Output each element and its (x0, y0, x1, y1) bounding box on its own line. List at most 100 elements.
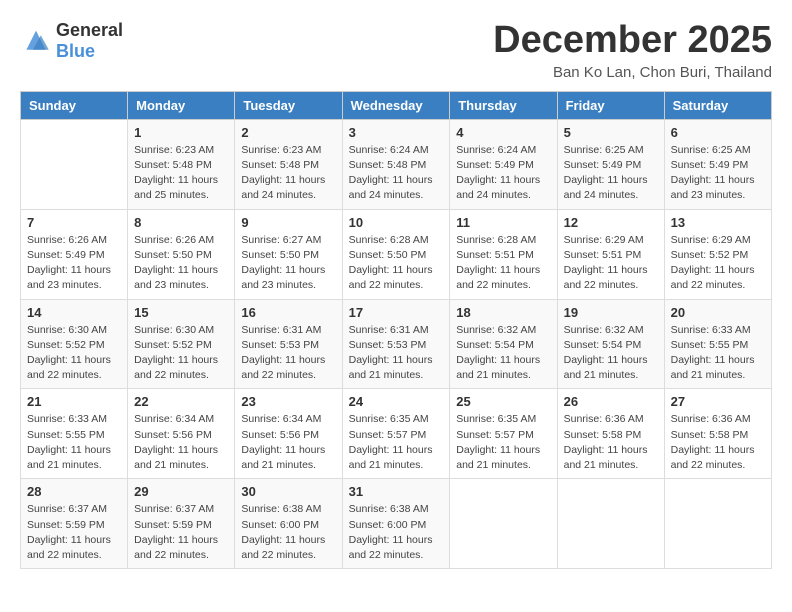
day-number: 8 (134, 215, 228, 230)
calendar-cell: 13Sunrise: 6:29 AMSunset: 5:52 PMDayligh… (664, 209, 771, 299)
cell-content: Sunrise: 6:25 AMSunset: 5:49 PMDaylight:… (564, 143, 658, 204)
cell-content: Sunrise: 6:24 AMSunset: 5:49 PMDaylight:… (456, 143, 550, 204)
cell-content: Sunrise: 6:33 AMSunset: 5:55 PMDaylight:… (27, 412, 121, 473)
calendar-cell: 2 Sunrise: 6:23 AMSunset: 5:48 PMDaylight… (235, 119, 342, 209)
logo-general: General (56, 20, 123, 40)
calendar-cell: 28 Sunrise: 6:37 AMSunset: 5:59 PMDayligh… (21, 479, 128, 569)
calendar-cell: 26 Sunrise: 6:36 AMSunset: 5:58 PMDayligh… (557, 389, 664, 479)
calendar-cell: 8Sunrise: 6:26 AMSunset: 5:50 PMDaylight… (128, 209, 235, 299)
calendar-cell (557, 479, 664, 569)
cell-content: Sunrise: 6:31 AMSunset: 5:53 PMDaylight:… (349, 323, 444, 384)
cell-content: Sunrise: 6:29 AMSunset: 5:52 PMDaylight:… (671, 233, 765, 294)
cell-content: Sunrise: 6:36 AMSunset: 5:58 PMDaylight:… (564, 412, 658, 473)
cell-content: Sunrise: 6:26 AMSunset: 5:49 PMDaylight:… (27, 233, 121, 294)
cell-content: Sunrise: 6:32 AMSunset: 5:54 PMDaylight:… (456, 323, 550, 384)
calendar-cell: 7Sunrise: 6:26 AMSunset: 5:49 PMDaylight… (21, 209, 128, 299)
cell-content: Sunrise: 6:35 AMSunset: 5:57 PMDaylight:… (456, 412, 550, 473)
cell-content: Sunrise: 6:30 AMSunset: 5:52 PMDaylight:… (27, 323, 121, 384)
day-number: 1 (134, 125, 228, 140)
weekday-header: Thursday (450, 91, 557, 119)
cell-content: Sunrise: 6:37 AMSunset: 5:59 PMDaylight:… (27, 502, 121, 563)
day-number: 31 (349, 484, 444, 499)
day-number: 14 (27, 305, 121, 320)
calendar-week-row: 28 Sunrise: 6:37 AMSunset: 5:59 PMDayligh… (21, 479, 772, 569)
weekday-header: Wednesday (342, 91, 450, 119)
cell-content: Sunrise: 6:37 AMSunset: 5:59 PMDaylight:… (134, 502, 228, 563)
day-number: 30 (241, 484, 335, 499)
calendar-week-row: 14 Sunrise: 6:30 AMSunset: 5:52 PMDayligh… (21, 299, 772, 389)
cell-content: Sunrise: 6:33 AMSunset: 5:55 PMDaylight:… (671, 323, 765, 384)
day-number: 28 (27, 484, 121, 499)
calendar-cell (664, 479, 771, 569)
day-number: 2 (241, 125, 335, 140)
calendar-cell: 19Sunrise: 6:32 AMSunset: 5:54 PMDayligh… (557, 299, 664, 389)
calendar-cell (21, 119, 128, 209)
calendar-cell: 25Sunrise: 6:35 AMSunset: 5:57 PMDayligh… (450, 389, 557, 479)
day-number: 22 (134, 394, 228, 409)
weekday-header: Friday (557, 91, 664, 119)
cell-content: Sunrise: 6:28 AMSunset: 5:51 PMDaylight:… (456, 233, 550, 294)
day-number: 20 (671, 305, 765, 320)
cell-content: Sunrise: 6:35 AMSunset: 5:57 PMDaylight:… (349, 412, 444, 473)
weekday-header: Monday (128, 91, 235, 119)
calendar-cell: 18 Sunrise: 6:32 AMSunset: 5:54 PMDayligh… (450, 299, 557, 389)
month-title: December 2025 (493, 20, 772, 62)
cell-content: Sunrise: 6:38 AMSunset: 6:00 PMDaylight:… (349, 502, 444, 563)
calendar-week-row: 1 Sunrise: 6:23 AMSunset: 5:48 PMDaylight… (21, 119, 772, 209)
calendar-table: SundayMondayTuesdayWednesdayThursdayFrid… (20, 91, 772, 569)
calendar-cell: 21 Sunrise: 6:33 AMSunset: 5:55 PMDayligh… (21, 389, 128, 479)
cell-content: Sunrise: 6:24 AMSunset: 5:48 PMDaylight:… (349, 143, 444, 204)
calendar-cell: 6Sunrise: 6:25 AMSunset: 5:49 PMDaylight… (664, 119, 771, 209)
calendar-week-row: 7Sunrise: 6:26 AMSunset: 5:49 PMDaylight… (21, 209, 772, 299)
cell-content: Sunrise: 6:38 AMSunset: 6:00 PMDaylight:… (241, 502, 335, 563)
calendar-cell: 24 Sunrise: 6:35 AMSunset: 5:57 PMDayligh… (342, 389, 450, 479)
weekday-header: Tuesday (235, 91, 342, 119)
cell-content: Sunrise: 6:36 AMSunset: 5:58 PMDaylight:… (671, 412, 765, 473)
calendar-week-row: 21 Sunrise: 6:33 AMSunset: 5:55 PMDayligh… (21, 389, 772, 479)
logo-text: General Blue (56, 20, 123, 62)
day-number: 24 (349, 394, 444, 409)
calendar-cell: 27 Sunrise: 6:36 AMSunset: 5:58 PMDayligh… (664, 389, 771, 479)
cell-content: Sunrise: 6:31 AMSunset: 5:53 PMDaylight:… (241, 323, 335, 384)
day-number: 26 (564, 394, 658, 409)
subtitle: Ban Ko Lan, Chon Buri, Thailand (493, 64, 772, 81)
day-number: 17 (349, 305, 444, 320)
calendar-cell: 3 Sunrise: 6:24 AMSunset: 5:48 PMDaylight… (342, 119, 450, 209)
calendar-cell: 20 Sunrise: 6:33 AMSunset: 5:55 PMDayligh… (664, 299, 771, 389)
day-number: 3 (349, 125, 444, 140)
weekday-header: Sunday (21, 91, 128, 119)
calendar-cell: 14 Sunrise: 6:30 AMSunset: 5:52 PMDayligh… (21, 299, 128, 389)
day-number: 16 (241, 305, 335, 320)
calendar-cell: 9Sunrise: 6:27 AMSunset: 5:50 PMDaylight… (235, 209, 342, 299)
logo: General Blue (20, 20, 123, 62)
calendar-cell (450, 479, 557, 569)
calendar-cell: 31 Sunrise: 6:38 AMSunset: 6:00 PMDayligh… (342, 479, 450, 569)
logo-blue: Blue (56, 41, 95, 61)
weekday-header: Saturday (664, 91, 771, 119)
title-block: December 2025 Ban Ko Lan, Chon Buri, Tha… (493, 20, 772, 81)
cell-content: Sunrise: 6:30 AMSunset: 5:52 PMDaylight:… (134, 323, 228, 384)
calendar-header-row: SundayMondayTuesdayWednesdayThursdayFrid… (21, 91, 772, 119)
day-number: 6 (671, 125, 765, 140)
cell-content: Sunrise: 6:32 AMSunset: 5:54 PMDaylight:… (564, 323, 658, 384)
day-number: 21 (27, 394, 121, 409)
day-number: 11 (456, 215, 550, 230)
page-header: General Blue December 2025 Ban Ko Lan, C… (20, 20, 772, 81)
day-number: 29 (134, 484, 228, 499)
cell-content: Sunrise: 6:34 AMSunset: 5:56 PMDaylight:… (134, 412, 228, 473)
calendar-cell: 1Sunrise: 6:23 AMSunset: 5:48 PMDaylight… (128, 119, 235, 209)
day-number: 5 (564, 125, 658, 140)
day-number: 10 (349, 215, 444, 230)
calendar-cell: 17 Sunrise: 6:31 AMSunset: 5:53 PMDayligh… (342, 299, 450, 389)
cell-content: Sunrise: 6:23 AMSunset: 5:48 PMDaylight:… (241, 143, 335, 204)
calendar-cell: 23Sunrise: 6:34 AMSunset: 5:56 PMDayligh… (235, 389, 342, 479)
day-number: 12 (564, 215, 658, 230)
cell-content: Sunrise: 6:29 AMSunset: 5:51 PMDaylight:… (564, 233, 658, 294)
day-number: 23 (241, 394, 335, 409)
day-number: 27 (671, 394, 765, 409)
cell-content: Sunrise: 6:27 AMSunset: 5:50 PMDaylight:… (241, 233, 335, 294)
calendar-cell: 12 Sunrise: 6:29 AMSunset: 5:51 PMDayligh… (557, 209, 664, 299)
calendar-cell: 16 Sunrise: 6:31 AMSunset: 5:53 PMDayligh… (235, 299, 342, 389)
day-number: 18 (456, 305, 550, 320)
calendar-cell: 22 Sunrise: 6:34 AMSunset: 5:56 PMDayligh… (128, 389, 235, 479)
